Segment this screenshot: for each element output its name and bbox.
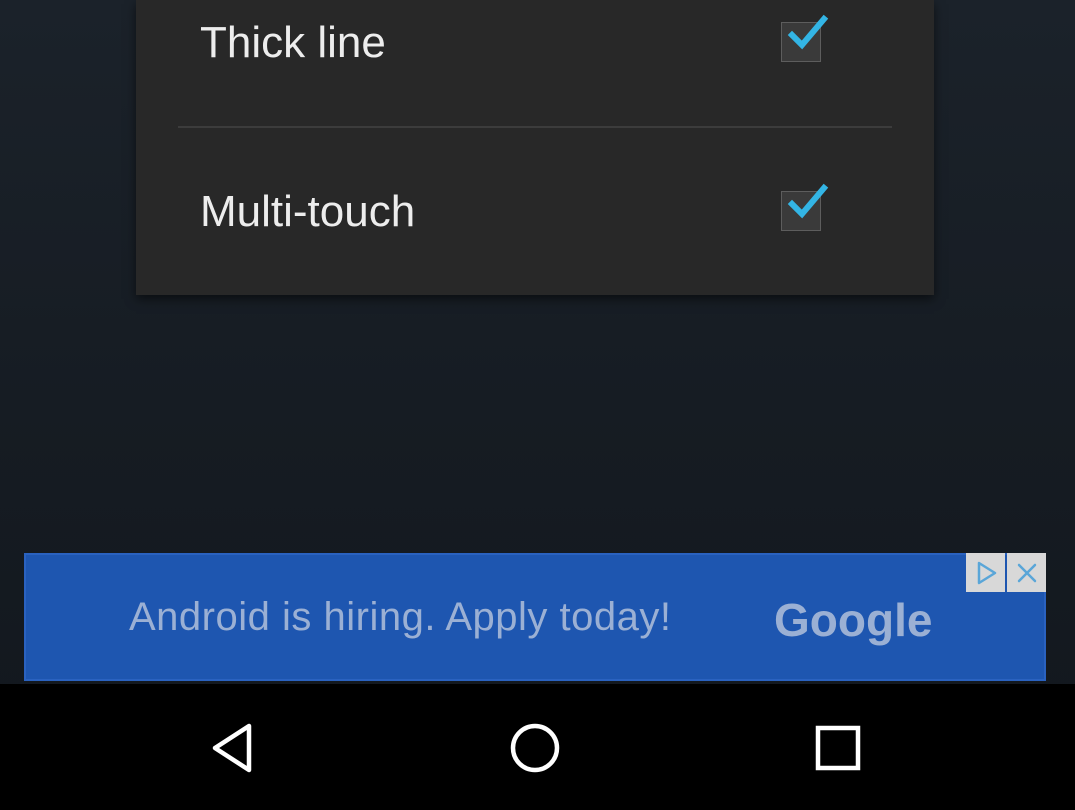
ad-controls: [966, 553, 1048, 592]
back-icon: [212, 723, 252, 773]
close-icon: [1017, 563, 1036, 582]
home-icon: [510, 723, 560, 773]
adchoices-button[interactable]: [966, 553, 1005, 592]
recents-icon: [815, 725, 861, 771]
checkmark-icon: [787, 183, 829, 219]
settings-dialog: Thick line Multi-touch: [136, 0, 934, 295]
ad-brand: Google: [774, 594, 933, 646]
adchoices-icon: [977, 561, 996, 584]
setting-row-multi-touch[interactable]: Multi-touch: [136, 149, 934, 275]
ad-close-button[interactable]: [1007, 553, 1046, 592]
thick-line-checkbox[interactable]: [781, 14, 829, 62]
setting-label-multi-touch: Multi-touch: [200, 187, 416, 236]
ad-text: Android is hiring. Apply today!: [129, 595, 672, 639]
navigation-bar: [0, 684, 1075, 810]
divider: [178, 126, 892, 128]
ad-banner[interactable]: Android is hiring. Apply today! Google: [24, 553, 1046, 681]
home-button[interactable]: [505, 720, 565, 776]
back-button[interactable]: [203, 720, 263, 776]
setting-row-thick-line[interactable]: Thick line: [136, 0, 934, 86]
setting-label-thick-line: Thick line: [200, 18, 386, 67]
multi-touch-checkbox[interactable]: [781, 183, 829, 231]
recents-button[interactable]: [808, 720, 868, 776]
checkmark-icon: [787, 14, 829, 50]
